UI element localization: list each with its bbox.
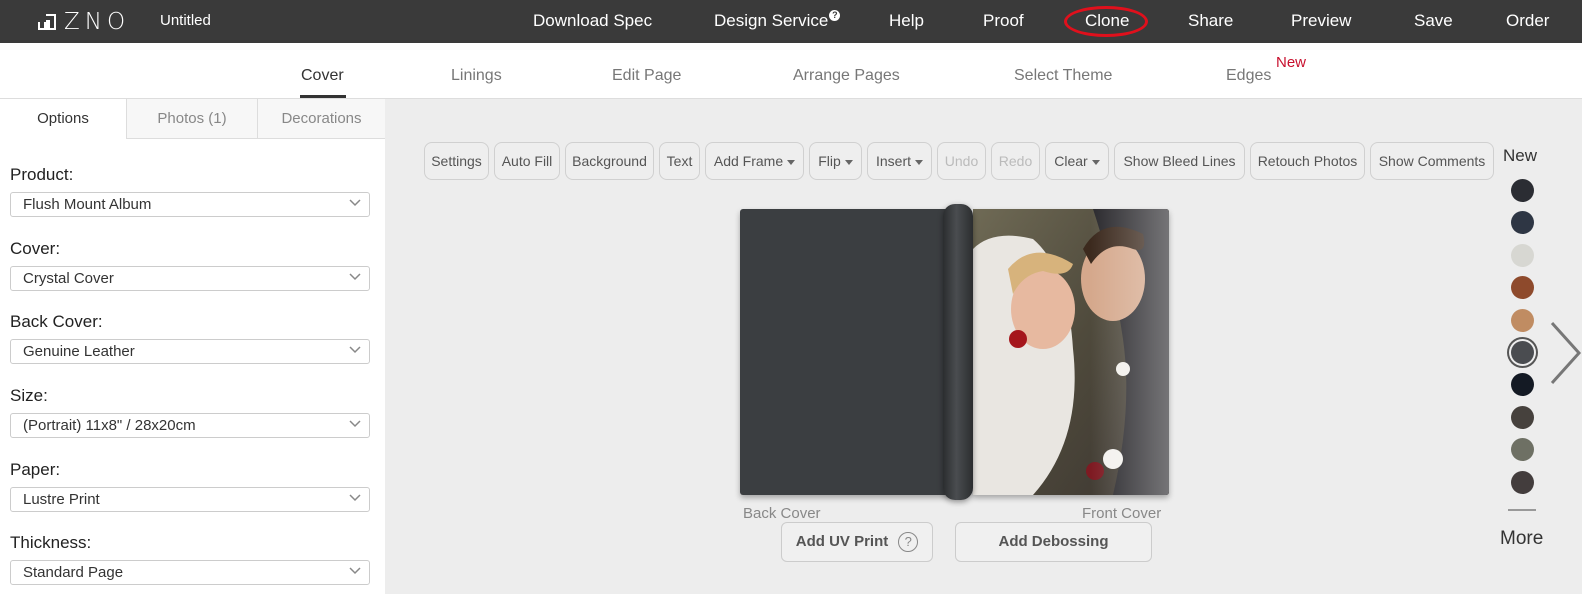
insert-button[interactable]: Insert: [867, 142, 932, 180]
nav-order[interactable]: Order: [1506, 11, 1549, 31]
add-uv-print-button[interactable]: Add UV Print?: [781, 522, 933, 562]
color-swatch[interactable]: [1511, 243, 1534, 267]
nav-design-service[interactable]: Design Service?: [714, 10, 841, 31]
back-cover-label: Back Cover:: [10, 312, 103, 331]
tab-cover[interactable]: Cover: [301, 67, 344, 85]
color-swatch[interactable]: [1511, 308, 1534, 332]
nav-download-spec[interactable]: Download Spec: [533, 11, 652, 31]
clear-button[interactable]: Clear: [1045, 142, 1109, 180]
color-swatch[interactable]: [1511, 373, 1534, 397]
book-spine: [943, 204, 973, 500]
options-panel: Options Photos (1) Decorations Product: …: [0, 99, 385, 594]
add-uv-print-label: Add UV Print: [795, 533, 889, 550]
chevron-right-icon[interactable]: [1549, 321, 1582, 385]
retouch-photos-button[interactable]: Retouch Photos: [1250, 142, 1365, 180]
size-value: (Portrait) 11x8" / 28x20cm: [23, 417, 196, 434]
more-swatches-link[interactable]: More: [1500, 528, 1543, 550]
paper-select[interactable]: Lustre Print: [10, 487, 370, 512]
color-swatch[interactable]: [1511, 438, 1534, 462]
back-cover-value: Genuine Leather: [23, 343, 135, 360]
product-label: Product:: [10, 165, 74, 184]
color-swatch[interactable]: [1511, 211, 1534, 235]
tab-arrange-pages[interactable]: Arrange Pages: [793, 67, 900, 85]
product-value: Flush Mount Album: [23, 196, 152, 213]
chevron-down-icon: [349, 567, 361, 575]
size-label: Size:: [10, 386, 48, 405]
insert-label: Insert: [875, 153, 911, 169]
thickness-select[interactable]: Standard Page: [10, 560, 370, 585]
panel-tab-photos[interactable]: Photos (1): [126, 99, 257, 139]
caret-down-icon: [915, 159, 923, 165]
top-bar: ZNO Untitled Download Spec Design Servic…: [0, 0, 1582, 43]
cover-select[interactable]: Crystal Cover: [10, 266, 370, 291]
help-icon[interactable]: ?: [898, 532, 919, 553]
caret-down-icon: [844, 159, 853, 165]
front-cover-caption: Front Cover: [1082, 505, 1162, 522]
cover-label: Cover:: [10, 239, 61, 258]
add-debossing-button[interactable]: Add Debossing: [955, 522, 1152, 562]
undo-button[interactable]: Undo: [937, 142, 986, 180]
size-select[interactable]: (Portrait) 11x8" / 28x20cm: [10, 413, 370, 438]
nav-help[interactable]: Help: [889, 11, 924, 31]
clear-label: Clear: [1054, 153, 1088, 169]
auto-fill-button[interactable]: Auto Fill: [494, 142, 560, 180]
panel-tab-options[interactable]: Options: [0, 99, 126, 139]
nav-proof[interactable]: Proof: [983, 11, 1024, 31]
thickness-value: Standard Page: [23, 564, 124, 581]
show-comments-button[interactable]: Show Comments: [1370, 142, 1494, 180]
chevron-down-icon: [349, 273, 361, 281]
front-cover-photo[interactable]: [973, 209, 1169, 495]
active-tab-indicator: [300, 95, 346, 98]
document-title[interactable]: Untitled: [160, 12, 211, 29]
settings-button[interactable]: Settings: [424, 142, 489, 180]
show-bleed-lines-button[interactable]: Show Bleed Lines: [1114, 142, 1245, 180]
tab-select-theme[interactable]: Select Theme: [1014, 67, 1112, 85]
nav-preview[interactable]: Preview: [1291, 11, 1351, 31]
wedding-photo: [973, 209, 1169, 495]
add-frame-label: Add Frame: [713, 153, 784, 169]
thickness-label: Thickness:: [10, 533, 92, 552]
nav-design-service-label: Design Service: [714, 11, 829, 30]
back-cover-caption: Back Cover: [743, 505, 821, 522]
chevron-down-icon: [349, 346, 361, 354]
flip-button[interactable]: Flip: [809, 142, 862, 180]
flip-label: Flip: [818, 153, 841, 169]
paper-label: Paper:: [10, 460, 61, 479]
color-swatch[interactable]: [1511, 341, 1534, 364]
text-button[interactable]: Text: [659, 142, 700, 180]
question-icon: ?: [829, 10, 841, 21]
product-select[interactable]: Flush Mount Album: [10, 192, 370, 217]
tab-linings[interactable]: Linings: [451, 67, 502, 85]
panel-tab-decorations[interactable]: Decorations: [257, 99, 385, 139]
paper-value: Lustre Print: [23, 491, 100, 508]
chevron-down-icon: [349, 420, 361, 428]
panel-tabs: Options Photos (1) Decorations: [0, 99, 385, 139]
back-cover-select[interactable]: Genuine Leather: [10, 339, 370, 364]
zno-logo[interactable]: ZNO: [38, 9, 131, 35]
color-swatch[interactable]: [1511, 405, 1534, 429]
tab-edit-page[interactable]: Edit Page: [612, 67, 681, 85]
add-frame-button[interactable]: Add Frame: [705, 142, 804, 180]
caret-down-icon: [1091, 159, 1100, 165]
swatch-divider: [1508, 509, 1536, 511]
back-cover-leather[interactable]: [740, 209, 950, 495]
color-swatch[interactable]: [1511, 276, 1534, 300]
color-swatch[interactable]: [1511, 179, 1534, 202]
editor-tabs: Cover Linings Edit Page Arrange Pages Se…: [0, 43, 1582, 99]
zno-logo-mark-icon: [38, 14, 56, 30]
nav-clone[interactable]: Clone: [1085, 11, 1129, 31]
nav-share[interactable]: Share: [1188, 11, 1233, 31]
new-badge: New: [1276, 54, 1307, 71]
cover-value: Crystal Cover: [23, 270, 114, 287]
logo-wordmark: ZNO: [64, 9, 131, 35]
nav-save[interactable]: Save: [1414, 11, 1453, 31]
swatches-title: New: [1503, 146, 1538, 165]
color-swatch[interactable]: [1511, 470, 1534, 494]
caret-down-icon: [787, 159, 796, 165]
chevron-down-icon: [349, 494, 361, 502]
background-button[interactable]: Background: [565, 142, 654, 180]
redo-button[interactable]: Redo: [991, 142, 1040, 180]
tab-edges[interactable]: Edges: [1226, 67, 1271, 85]
chevron-down-icon: [349, 199, 361, 207]
